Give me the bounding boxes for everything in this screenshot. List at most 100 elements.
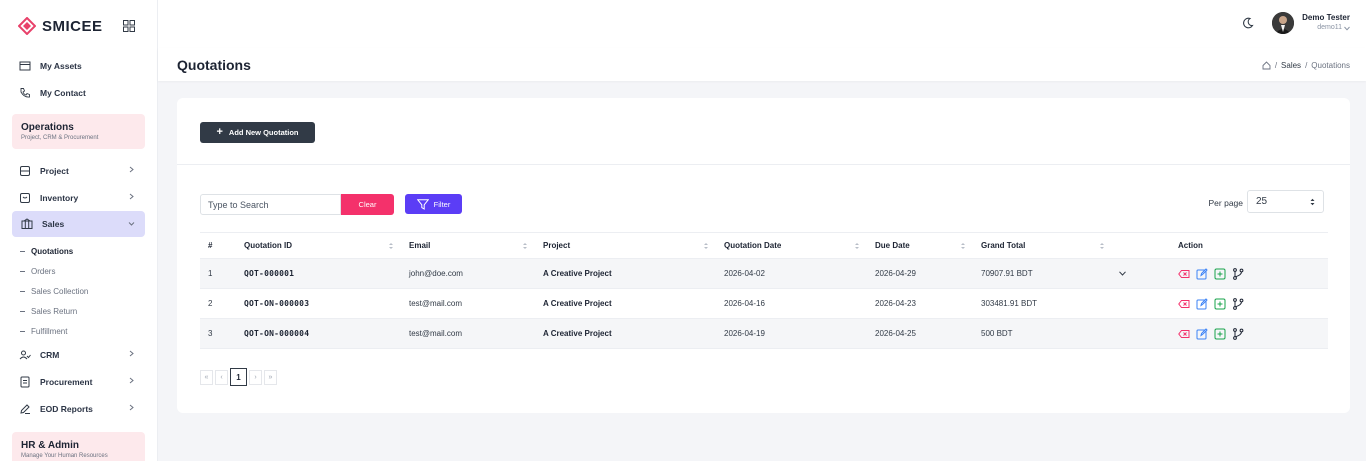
user-name[interactable]: Demo Tester — [1302, 13, 1350, 22]
sidebar-subitem-sales-collection[interactable]: Sales Collection — [0, 281, 157, 301]
chevron-down-icon[interactable] — [1119, 271, 1126, 276]
edit-icon[interactable] — [1196, 267, 1208, 280]
chevron-right-icon — [129, 350, 134, 357]
sort-icon — [855, 243, 859, 249]
edit-icon[interactable] — [1196, 327, 1208, 340]
moon-icon[interactable] — [1242, 17, 1254, 29]
plus-icon: + — [216, 126, 223, 138]
page-current-button[interactable]: 1 — [230, 368, 247, 386]
sidebar-item-sales[interactable]: Sales — [12, 211, 145, 237]
sidebar-item-inventory[interactable]: Inventory — [0, 184, 157, 211]
topbar: Demo Tester demo11 — [158, 0, 1366, 48]
cell-grand-total: 70907.91 BDT — [981, 269, 1033, 278]
search-input[interactable] — [200, 194, 341, 215]
column-header-project[interactable]: Project — [536, 241, 717, 250]
branch-icon[interactable] — [1232, 267, 1244, 280]
sidebar-item-label: My Assets — [40, 60, 82, 71]
grid-icon[interactable] — [123, 20, 135, 32]
pagination: « ‹ 1 › » — [200, 368, 279, 386]
sidebar-subitem-label: Sales Collection — [31, 286, 89, 296]
sidebar-subitem-label: Orders — [31, 266, 56, 276]
add-copy-icon[interactable] — [1214, 328, 1226, 340]
cell-email: john@doe.com — [409, 269, 463, 278]
page-first-button[interactable]: « — [200, 370, 213, 385]
column-header-grand-total[interactable]: Grand Total — [974, 241, 1113, 250]
cell-quotation-id[interactable]: QOT-ON-000003 — [237, 299, 402, 308]
brand-name: SMICEE — [42, 17, 103, 35]
sidebar-item-my-assets[interactable]: My Assets — [0, 52, 157, 79]
sidebar-item-label: Project — [40, 165, 69, 176]
sidebar-item-procurement[interactable]: Procurement — [0, 368, 157, 395]
per-page-select[interactable]: 25 — [1247, 190, 1324, 213]
cell-quotation-date: 2026-04-16 — [724, 299, 765, 308]
add-copy-icon[interactable] — [1214, 268, 1226, 280]
page-next-button[interactable]: › — [249, 370, 262, 385]
sidebar-subitem-fulfillment[interactable]: Fulfillment — [0, 321, 157, 341]
delete-icon[interactable] — [1178, 298, 1190, 310]
row-actions — [1178, 327, 1328, 340]
sidebar-subitem-label: Quotations — [31, 246, 74, 256]
user-username[interactable]: demo11 — [1317, 24, 1342, 31]
header-label: Due Date — [875, 241, 910, 250]
edit-icon[interactable] — [1196, 297, 1208, 310]
cell-expand — [1113, 269, 1173, 278]
branch-icon[interactable] — [1232, 327, 1244, 340]
avatar[interactable] — [1272, 12, 1294, 34]
delete-icon[interactable] — [1178, 328, 1190, 340]
select-arrows-icon — [1310, 198, 1315, 206]
cell-email: test@mail.com — [409, 329, 463, 338]
cell-number: 3 — [208, 329, 213, 338]
sidebar-subitem-orders[interactable]: Orders — [0, 261, 157, 281]
sidebar-subitem-quotations[interactable]: Quotations — [0, 241, 157, 261]
dash — [20, 250, 25, 252]
database-icon — [20, 165, 30, 176]
sidebar-item-project[interactable]: Project — [0, 157, 157, 184]
columns-icon — [21, 218, 33, 229]
dash — [20, 270, 25, 272]
cell-project: A Creative Project — [543, 269, 612, 278]
breadcrumb-separator: / — [1274, 61, 1278, 70]
brand-logo-icon — [18, 17, 36, 35]
sidebar-item-crm[interactable]: CRM — [0, 341, 157, 368]
chevron-down-icon[interactable] — [1344, 26, 1350, 31]
dash — [20, 330, 25, 332]
brand[interactable]: SMICEE — [0, 0, 157, 52]
sidebar-item-my-contact[interactable]: My Contact — [0, 79, 157, 106]
table-row[interactable]: 2 QOT-ON-000003 test@mail.com A Creative… — [200, 289, 1328, 319]
per-page-value: 25 — [1256, 196, 1268, 207]
page-header: Quotations / Sales / Quotations — [158, 48, 1366, 81]
add-copy-icon[interactable] — [1214, 298, 1226, 310]
cell-quotation-id[interactable]: QOT-000001 — [237, 269, 402, 278]
cell-quotation-id[interactable]: QOT-ON-000004 — [237, 329, 402, 338]
cell-email: test@mail.com — [409, 299, 463, 308]
cell-due-date: 2026-04-25 — [875, 329, 916, 338]
header-label: Quotation Date — [724, 241, 782, 250]
home-icon[interactable] — [1262, 61, 1271, 70]
chevron-down-icon — [128, 222, 135, 226]
add-quotation-button[interactable]: + Add New Quotation — [200, 122, 315, 143]
table-row[interactable]: 1 QOT-000001 john@doe.com A Creative Pro… — [200, 259, 1328, 289]
breadcrumb-sales[interactable]: Sales — [1281, 61, 1301, 70]
column-header-quotation-date[interactable]: Quotation Date — [717, 241, 868, 250]
cell-number: 2 — [208, 299, 213, 308]
column-header-due-date[interactable]: Due Date — [868, 241, 974, 250]
cell-quotation-date: 2026-04-19 — [724, 329, 765, 338]
sidebar-item-label: CRM — [40, 349, 60, 360]
column-header-email[interactable]: Email — [402, 241, 536, 250]
add-quotation-label: Add New Quotation — [228, 128, 299, 137]
dash — [20, 310, 25, 312]
branch-icon[interactable] — [1232, 297, 1244, 310]
filter-icon — [416, 198, 429, 210]
table-row[interactable]: 3 QOT-ON-000004 test@mail.com A Creative… — [200, 319, 1328, 349]
column-header-quotation-id[interactable]: Quotation ID — [237, 241, 402, 250]
sidebar-item-label: EOD Reports — [40, 403, 93, 414]
page-last-button[interactable]: » — [264, 370, 277, 385]
filter-button[interactable]: Filter — [405, 194, 462, 214]
sidebar-item-eod-reports[interactable]: EOD Reports — [0, 395, 157, 422]
sidebar-subitem-sales-return[interactable]: Sales Return — [0, 301, 157, 321]
sort-icon — [523, 243, 527, 249]
page-prev-button[interactable]: ‹ — [215, 370, 228, 385]
clear-button[interactable]: Clear — [341, 194, 394, 215]
sidebar-item-label: Inventory — [40, 192, 79, 203]
delete-icon[interactable] — [1178, 268, 1190, 280]
